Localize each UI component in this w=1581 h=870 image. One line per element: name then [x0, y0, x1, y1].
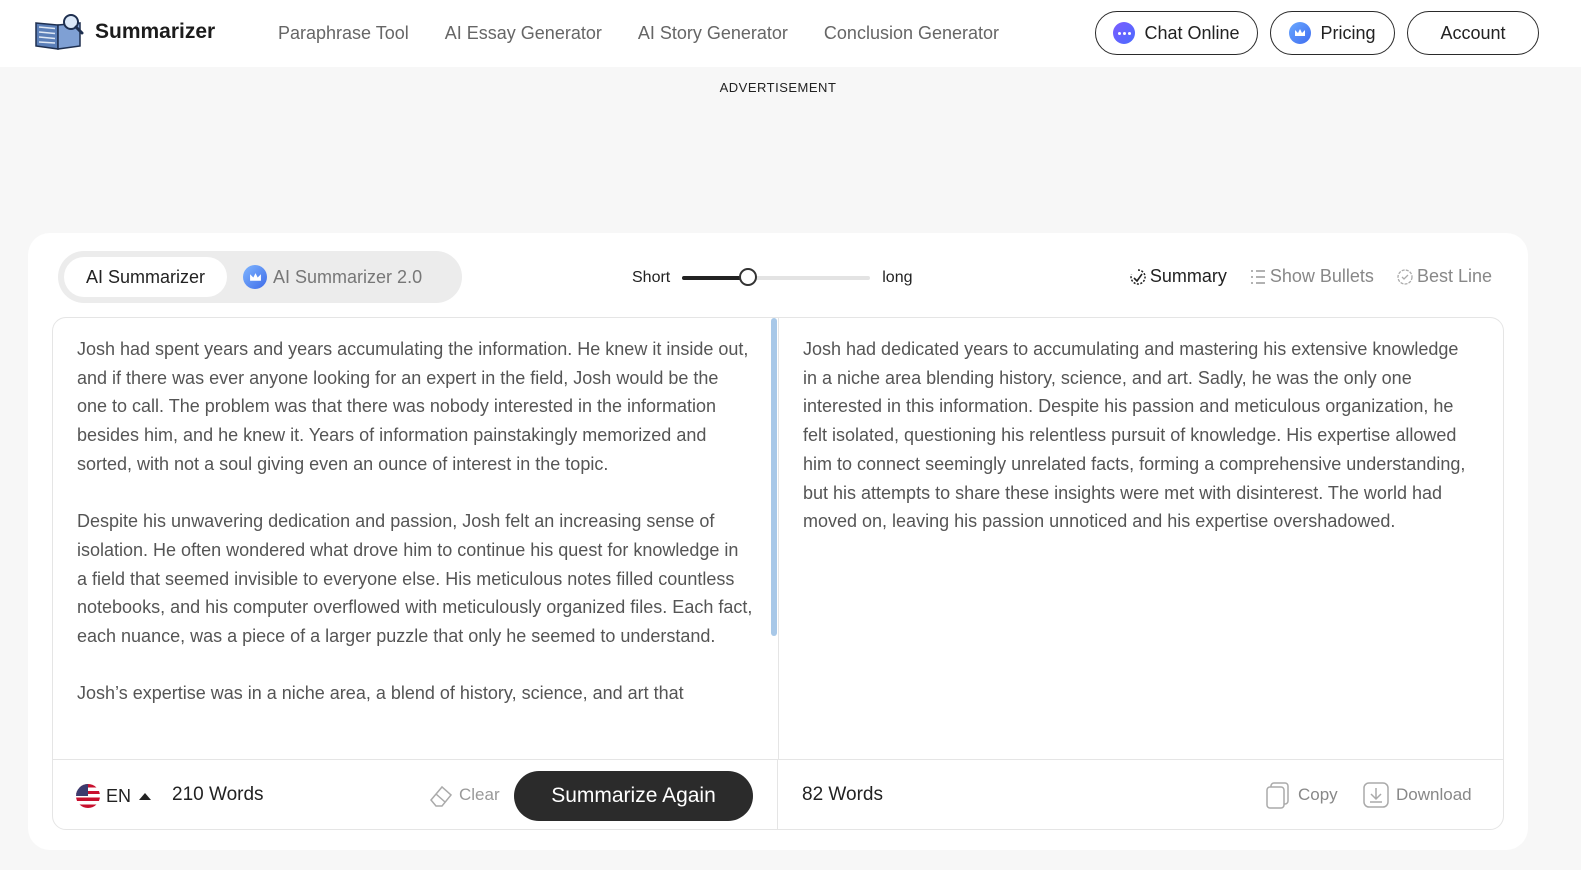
download-button[interactable]: Download: [1362, 780, 1472, 810]
length-slider-group: Short long: [632, 268, 913, 287]
view-best-line[interactable]: Best Line: [1396, 266, 1492, 287]
chat-online-label: Chat Online: [1144, 22, 1240, 43]
mode-switch: AI Summarizer AI Summarizer 2.0: [58, 251, 462, 303]
input-footer: EN 210 Words Clear Summarize Again: [53, 760, 777, 829]
book-magnifier-icon: [35, 14, 84, 50]
top-header: Summarizer Paraphrase Tool AI Essay Gene…: [0, 0, 1581, 67]
advertisement-label: ADVERTISEMENT: [719, 80, 837, 95]
crown-icon: [1289, 22, 1312, 44]
clear-label: Clear: [459, 785, 500, 804]
summary-refresh-icon: [1130, 268, 1146, 285]
eraser-icon: [430, 785, 453, 807]
brand-name: Summarizer: [95, 20, 216, 43]
input-paragraph: Josh’s expertise was in a niche area, a …: [77, 683, 684, 704]
input-pane[interactable]: Josh had spent years and years accumulat…: [53, 318, 777, 759]
output-text: Josh had dedicated years to accumulating…: [803, 339, 1466, 532]
mode-ai-summarizer-2-label: AI Summarizer 2.0: [273, 266, 423, 287]
input-word-count: 210 Words: [172, 784, 264, 805]
mode-ai-summarizer-2[interactable]: AI Summarizer 2.0: [227, 257, 444, 297]
output-footer: 82 Words Copy Download: [777, 760, 1503, 829]
slider-short-label: Short: [632, 269, 671, 286]
editor-panels: Josh had spent years and years accumulat…: [52, 317, 1504, 830]
nav-ai-story-generator[interactable]: AI Story Generator: [638, 23, 788, 44]
input-paragraph: Despite his unwavering dedication and pa…: [77, 511, 753, 647]
nav-ai-essay-generator[interactable]: AI Essay Generator: [445, 23, 602, 44]
panels-footer: EN 210 Words Clear Summarize Again 82 Wo…: [53, 759, 1503, 829]
clear-button[interactable]: Clear: [427, 781, 500, 809]
summarize-again-button[interactable]: Summarize Again: [514, 771, 753, 821]
language-code: EN: [106, 785, 132, 806]
download-icon: [1363, 782, 1389, 808]
output-pane: Josh had dedicated years to accumulating…: [778, 318, 1503, 759]
view-show-bullets[interactable]: Show Bullets: [1249, 266, 1374, 287]
brand-logo[interactable]: Summarizer: [33, 13, 215, 51]
nav-paraphrase-tool[interactable]: Paraphrase Tool: [278, 23, 409, 44]
pricing-label: Pricing: [1320, 22, 1376, 43]
language-selector[interactable]: EN: [76, 784, 152, 808]
chat-online-button[interactable]: Chat Online: [1095, 11, 1258, 55]
copy-icon: [1266, 782, 1289, 809]
view-options: Summary Show Bullets Best Line: [1107, 266, 1492, 287]
output-word-count: 82 Words: [802, 784, 883, 805]
us-flag-icon: [76, 784, 100, 808]
slider-long-label: long: [882, 269, 913, 286]
view-summary-label: Summary: [1149, 266, 1227, 286]
length-slider[interactable]: [682, 268, 871, 286]
view-summary[interactable]: Summary: [1129, 266, 1227, 287]
crown-icon: [243, 265, 268, 289]
copy-button[interactable]: Copy: [1264, 780, 1338, 810]
caret-up-icon: [139, 792, 152, 800]
chat-bubble-icon: [1113, 22, 1136, 44]
main-nav: Paraphrase Tool AI Essay Generator AI St…: [278, 0, 1035, 67]
input-scrollbar[interactable]: [771, 318, 777, 636]
summarizer-card: AI Summarizer AI Summarizer 2.0 Short lo…: [28, 233, 1528, 850]
copy-label: Copy: [1298, 785, 1338, 804]
input-paragraph: Josh had spent years and years accumulat…: [77, 339, 749, 474]
bullet-list-icon: [1250, 269, 1265, 284]
account-button[interactable]: Account: [1407, 11, 1539, 55]
view-best-line-label: Best Line: [1416, 266, 1492, 286]
mode-ai-summarizer[interactable]: AI Summarizer: [64, 257, 228, 297]
badge-check-icon: [1397, 268, 1413, 285]
input-text[interactable]: Josh had spent years and years accumulat…: [77, 335, 753, 737]
nav-conclusion-generator[interactable]: Conclusion Generator: [824, 23, 999, 44]
view-show-bullets-label: Show Bullets: [1269, 266, 1374, 286]
account-label: Account: [1440, 22, 1506, 43]
length-slider-thumb[interactable]: [739, 268, 758, 286]
download-label: Download: [1396, 785, 1472, 804]
pricing-button[interactable]: Pricing: [1270, 11, 1395, 55]
mode-ai-summarizer-label: AI Summarizer: [86, 266, 206, 287]
